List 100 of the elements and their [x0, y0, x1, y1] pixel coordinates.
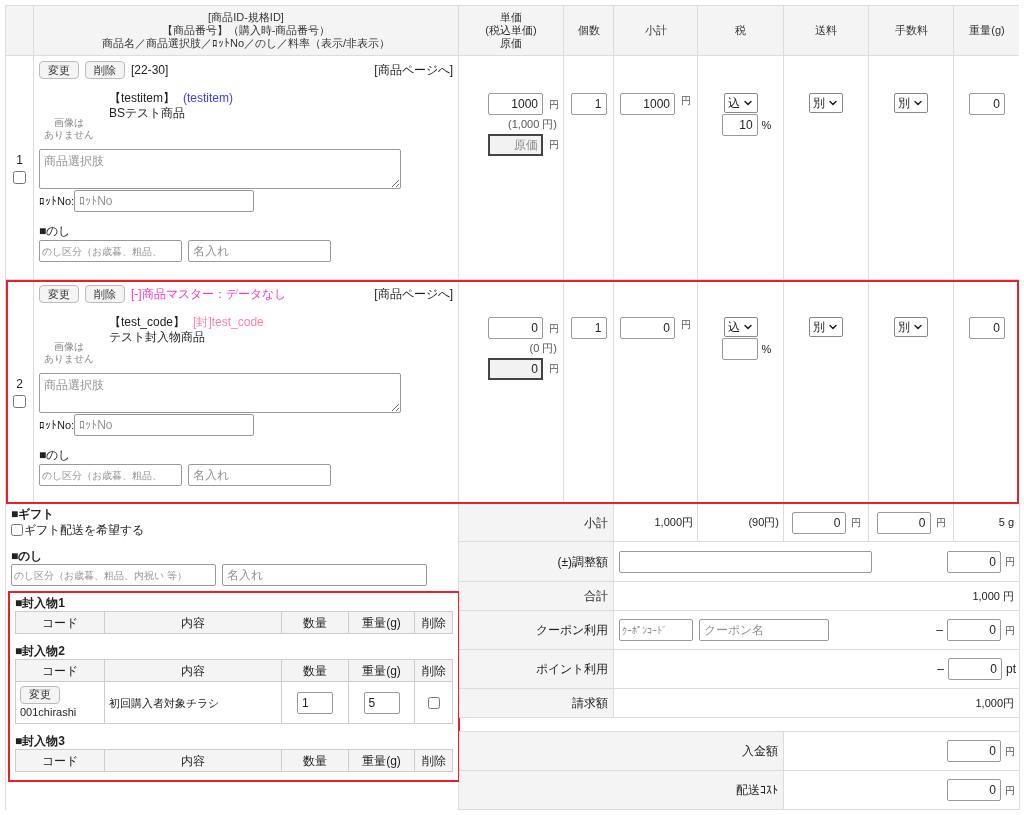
product-page-link[interactable]: [商品ページへ] — [374, 61, 453, 79]
summary-label: 入金額 — [459, 732, 784, 770]
column-header: コード — [42, 752, 78, 769]
section-title: ■封入物3 — [15, 734, 65, 748]
column-header: 送料 — [815, 24, 837, 37]
summary-label: (±)調整額 — [459, 542, 614, 581]
enclosure-delete-checkbox[interactable] — [427, 696, 440, 709]
summary-label: ポイント利用 — [459, 650, 614, 688]
tax-select[interactable]: 込 — [723, 93, 758, 113]
unit-label: 円 — [549, 321, 559, 336]
column-header: 単価 (税込単価) 原価 — [485, 11, 537, 50]
tax-included-price: (1,000 円) — [508, 117, 558, 132]
tax-rate-field[interactable]: 10 — [721, 114, 758, 136]
column-header: 削除 — [421, 614, 446, 631]
gift-checkbox[interactable] — [11, 524, 23, 536]
column-header: 個数 — [577, 24, 600, 37]
delete-button[interactable]: 削除 — [85, 61, 125, 79]
enclosure-weight-field[interactable]: 5 — [363, 691, 400, 714]
column-header: コード — [42, 662, 78, 679]
row-number: 1 — [16, 152, 23, 169]
column-header: 重量(g) — [362, 752, 401, 769]
noshi-type-field[interactable]: のし区分（お歳暮、粗品、 — [39, 240, 182, 262]
shipping-select[interactable]: 別 — [809, 317, 843, 337]
weight-total: 5 g — [998, 515, 1014, 531]
column-header: コード — [42, 614, 78, 631]
quantity-field[interactable]: 1 — [570, 93, 607, 115]
subtotal-field[interactable]: 1000 — [620, 93, 675, 115]
coupon-name-field[interactable]: クーポン名 — [699, 619, 829, 641]
total-amount: 1,000円 — [975, 695, 1014, 711]
change-button[interactable]: 変更 — [20, 685, 60, 704]
row-number: 2 — [16, 376, 23, 393]
enclosure-content: 初回購入者対象チラシ — [109, 695, 219, 711]
options-field[interactable]: 商品選択肢 — [39, 373, 401, 413]
amount-field[interactable]: 0 — [947, 619, 1001, 641]
product-page-link[interactable]: [商品ページへ] — [374, 285, 453, 303]
column-header: 手数料 — [894, 24, 928, 37]
no-image-text: 画像は ありません — [43, 117, 95, 141]
unit-label: 円 — [549, 97, 559, 112]
fee-select[interactable]: 別 — [894, 317, 928, 337]
lot-field[interactable]: ﾛｯﾄNo — [74, 414, 255, 436]
enclosure-quantity-field[interactable]: 1 — [297, 691, 333, 714]
shipping-field[interactable]: 0 — [791, 511, 846, 534]
lot-label: ﾛｯﾄNo: — [39, 193, 75, 209]
delete-button[interactable]: 削除 — [85, 285, 125, 303]
coupon-code-field[interactable]: ｸｰﾎﾟﾝｺｰﾄﾞ — [619, 619, 693, 641]
summary-label: 配送ｺｽﾄ — [459, 771, 784, 809]
amount-field[interactable]: 0 — [947, 779, 1001, 801]
minus-sign: – — [936, 622, 943, 639]
column-header: 削除 — [421, 752, 446, 769]
column-header: [商品ID-規格ID] 【商品番号】（購入時-商品番号） 商品名／商品選択肢／ﾛｯﾄNo／のし／料率（表示/非表示） — [101, 11, 391, 50]
amount-field[interactable]: 0 — [948, 658, 1002, 680]
row-checkbox[interactable] — [13, 395, 26, 408]
purchase-code: [封]test_code — [193, 315, 264, 330]
noshi-type-field[interactable]: のし区分（お歳暮、粗品、内祝い 等） — [11, 564, 216, 586]
summary-label: クーポン利用 — [459, 611, 614, 649]
noshi-label: ■のし — [39, 447, 72, 464]
weight-field[interactable]: 0 — [969, 93, 1005, 115]
fee-select[interactable]: 別 — [894, 93, 928, 113]
unit-label: 円 — [1005, 555, 1015, 569]
column-header: 税 — [735, 24, 746, 37]
tax-select[interactable]: 込 — [723, 317, 758, 337]
product-id: [22-30] — [131, 62, 169, 79]
change-button[interactable]: 変更 — [39, 285, 79, 303]
summary-label: 小計 — [459, 504, 614, 541]
unit-label: 円 — [681, 94, 691, 108]
column-header: 小計 — [644, 24, 667, 37]
row-checkbox[interactable] — [13, 171, 26, 184]
options-field[interactable]: 商品選択肢 — [39, 149, 401, 189]
unit-label: 円 — [549, 362, 559, 376]
percent-label: % — [761, 117, 772, 133]
tax-amount: (90円) — [748, 515, 779, 531]
change-button[interactable]: 変更 — [39, 61, 79, 79]
lot-field[interactable]: ﾛｯﾄNo — [74, 190, 255, 212]
noshi-name-field[interactable]: 名入れ — [188, 240, 331, 262]
adjustment-note-field[interactable] — [619, 550, 872, 573]
unit-label: 円 — [681, 318, 691, 332]
tax-included-price: (0 円) — [529, 341, 558, 356]
subtotal-field[interactable]: 0 — [620, 317, 675, 339]
column-header: 数量 — [303, 662, 327, 679]
cost-field[interactable]: 原価 — [488, 133, 543, 156]
weight-field[interactable]: 0 — [969, 317, 1005, 339]
section-title: ■ギフト — [11, 506, 56, 522]
column-header: 内容 — [181, 614, 205, 631]
amount-field[interactable]: 0 — [947, 740, 1001, 762]
lot-label: ﾛｯﾄNo: — [39, 417, 75, 433]
section-title: ■封入物1 — [15, 596, 65, 610]
amount-field[interactable]: 0 — [947, 550, 1001, 573]
shipping-select[interactable]: 別 — [809, 93, 843, 113]
price-field[interactable]: 0 — [488, 317, 543, 339]
column-header: 重量(g) — [969, 24, 1005, 37]
quantity-field[interactable]: 1 — [570, 317, 607, 339]
noshi-name-field[interactable]: 名入れ — [188, 464, 331, 486]
total-amount: 1,000 円 — [972, 588, 1014, 604]
cost-field[interactable]: 0 — [488, 357, 543, 380]
fee-field[interactable]: 0 — [876, 511, 931, 534]
price-field[interactable]: 1000 — [488, 93, 543, 115]
noshi-type-field[interactable]: のし区分（お歳暮、粗品、 — [39, 464, 182, 486]
noshi-name-field[interactable]: 名入れ — [222, 564, 427, 586]
product-number: 【testitem】 — [109, 91, 175, 106]
tax-rate-field[interactable] — [721, 338, 758, 360]
